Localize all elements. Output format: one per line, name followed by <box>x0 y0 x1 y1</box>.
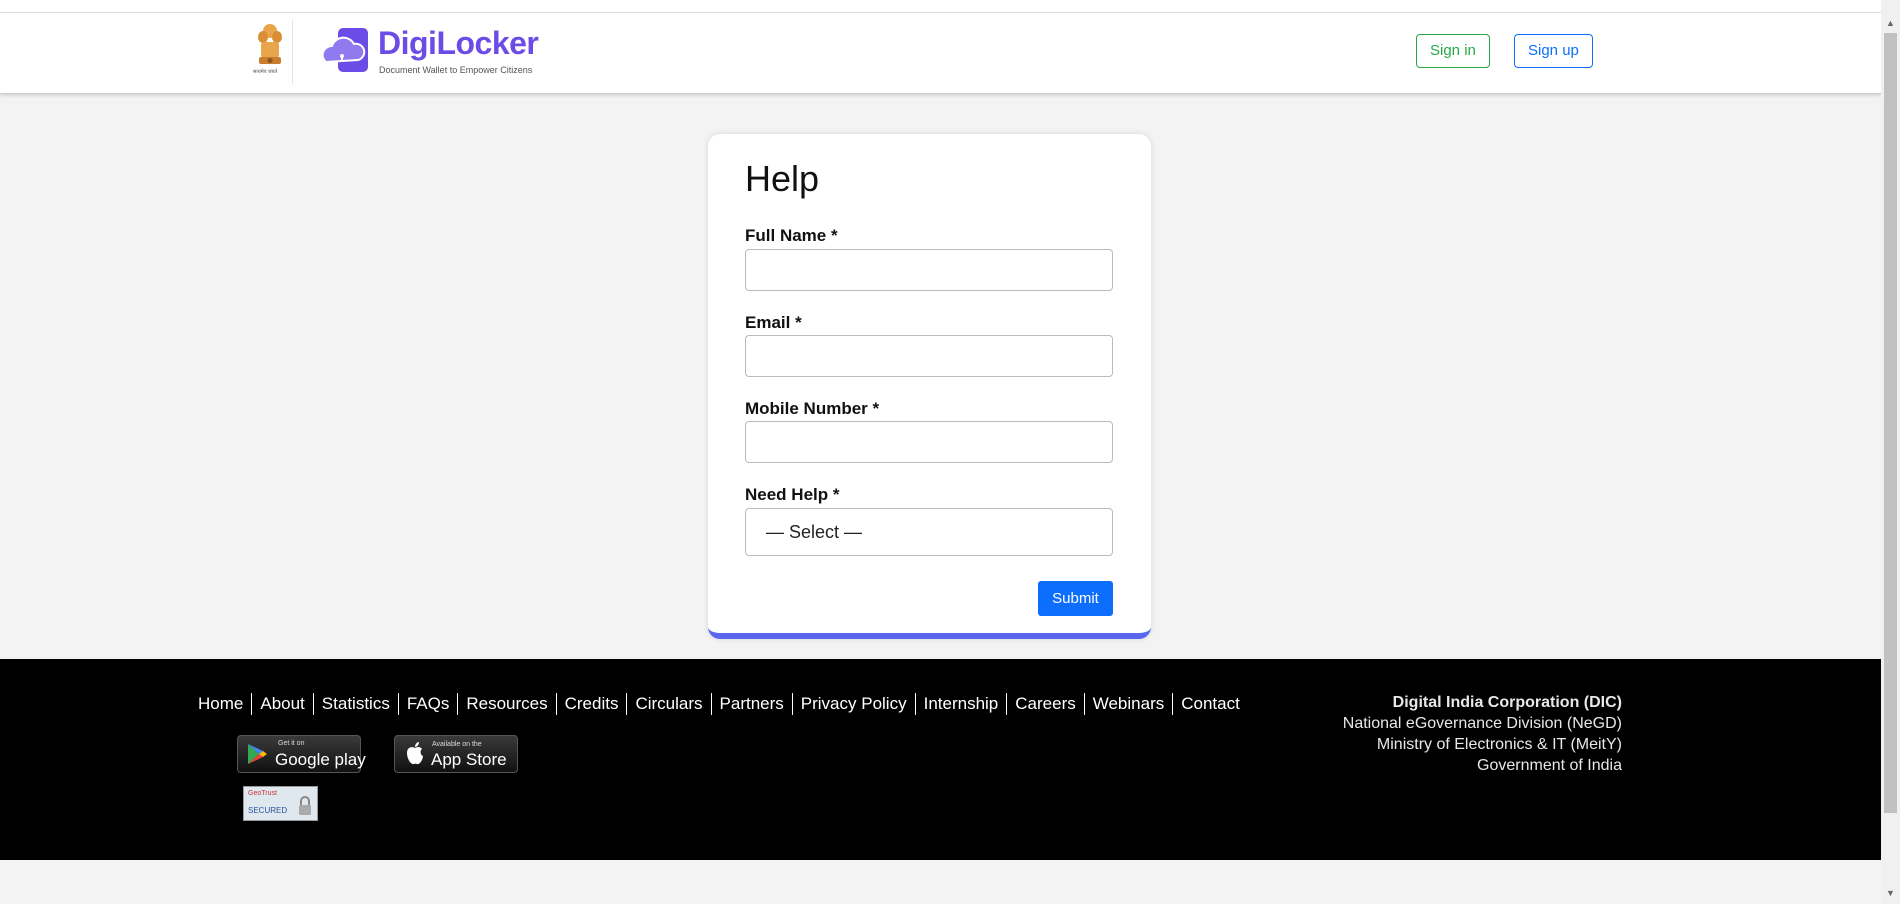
footer-link-webinars[interactable]: Webinars <box>1083 693 1173 715</box>
footer-link-careers[interactable]: Careers <box>1006 693 1083 715</box>
google-play-text: Google play <box>275 750 366 769</box>
footer-link-credits[interactable]: Credits <box>555 693 627 715</box>
app-store-text: App Store <box>431 750 507 769</box>
organisation-line: Government of India <box>1477 757 1622 774</box>
geotrust-status: SECURED <box>248 806 288 815</box>
footer-link-partners[interactable]: Partners <box>710 693 792 715</box>
need-help-select[interactable]: — Select — <box>745 508 1113 556</box>
brand-name[interactable]: DigiLocker <box>378 25 539 62</box>
submit-button[interactable]: Submit <box>1038 581 1113 616</box>
help-form-card: Help Full Name * Email * Mobile Number *… <box>708 134 1151 639</box>
footer-link-about[interactable]: About <box>251 693 312 715</box>
mobile-number-input[interactable] <box>745 421 1113 463</box>
site-footer: Home About Statistics FAQs Resources Cre… <box>0 659 1881 860</box>
organisation-line: Ministry of Electronics & IT (MeitY) <box>1376 736 1622 753</box>
sign-in-button[interactable]: Sign in <box>1416 34 1490 68</box>
email-label: Email * <box>745 313 802 332</box>
site-header: सत्यमेव जयते DigiLocker Document Wallet … <box>0 13 1881 94</box>
organisation-line: National eGovernance Division (NeGD) <box>1342 715 1622 732</box>
brand-tagline: Document Wallet to Empower Citizens <box>379 65 533 75</box>
email-input[interactable] <box>745 335 1113 377</box>
scroll-down-arrow-icon[interactable]: ▼ <box>1886 888 1895 898</box>
footer-link-internship[interactable]: Internship <box>914 693 1007 715</box>
footer-link-home[interactable]: Home <box>198 693 251 715</box>
apple-icon <box>407 742 423 765</box>
footer-link-statistics[interactable]: Statistics <box>312 693 398 715</box>
national-emblem-icon[interactable]: सत्यमेव जयते <box>253 21 285 81</box>
footer-link-resources[interactable]: Resources <box>457 693 555 715</box>
scroll-up-arrow-icon[interactable]: ▲ <box>1886 18 1895 28</box>
sign-up-button[interactable]: Sign up <box>1514 34 1593 68</box>
mobile-number-label: Mobile Number * <box>745 399 880 418</box>
app-store-badge[interactable]: Available on the App Store <box>394 735 518 773</box>
lock-icon <box>299 796 311 815</box>
digilocker-logo-icon[interactable] <box>321 26 372 76</box>
footer-nav: Home About Statistics FAQs Resources Cre… <box>198 693 1248 715</box>
form-title: Help <box>745 158 820 199</box>
full-name-input[interactable] <box>745 249 1113 291</box>
full-name-label: Full Name * <box>745 226 838 245</box>
header-divider <box>292 20 293 84</box>
footer-link-contact[interactable]: Contact <box>1172 693 1248 715</box>
google-play-badge[interactable]: Get it on Google play <box>237 735 366 773</box>
top-strip <box>0 0 1881 13</box>
organisation-name: Digital India Corporation (DIC) <box>1392 694 1622 711</box>
footer-link-faqs[interactable]: FAQs <box>397 693 458 715</box>
organisation-info: Digital India Corporation (DIC) National… <box>1343 692 1622 776</box>
geotrust-seal[interactable]: GeoTrust SECURED <box>243 786 318 821</box>
geotrust-brand: GeoTrust <box>248 790 277 797</box>
footer-link-privacy-policy[interactable]: Privacy Policy <box>791 693 915 715</box>
google-play-icon <box>248 744 267 764</box>
scrollbar-thumb[interactable] <box>1884 33 1897 813</box>
google-play-small-text: Get it on <box>278 740 305 747</box>
vertical-scrollbar[interactable]: ▲ ▼ <box>1881 0 1900 904</box>
emblem-motto: सत्यमेव जयते <box>253 69 278 75</box>
app-store-small-text: Available on the <box>432 741 482 748</box>
need-help-label: Need Help * <box>745 485 840 504</box>
footer-link-circulars[interactable]: Circulars <box>626 693 710 715</box>
